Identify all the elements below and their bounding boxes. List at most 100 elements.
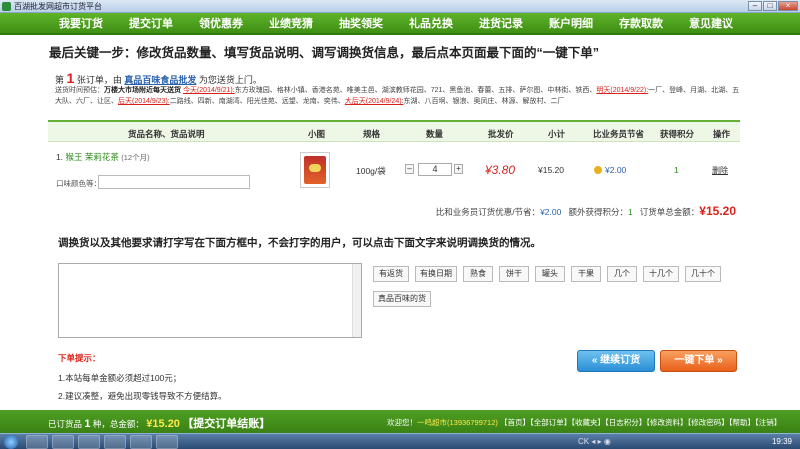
tea-package-image <box>304 156 326 184</box>
wholesale-price: ¥3.80 <box>485 163 516 177</box>
window-title: 百湖批发网超市订货平台 <box>14 2 102 11</box>
nav-item-order[interactable]: 我要订货 <box>46 13 116 35</box>
saving-label: 比和业务员订货优惠/节省： <box>435 207 541 217</box>
taskbar: CK ◂ ▸ ◉ 19:39 <box>0 433 800 449</box>
col-thumbnail: 小图 <box>308 129 326 139</box>
taskbar-app-ie[interactable] <box>156 435 178 449</box>
one-click-order-button[interactable]: 一键下单 » <box>660 350 737 372</box>
qty-plus-button[interactable]: + <box>454 164 463 174</box>
delete-link[interactable]: 删除 <box>712 165 728 176</box>
chip-tens[interactable]: 几十个 <box>685 266 721 282</box>
quantity-input[interactable]: 4 <box>418 163 452 176</box>
app-icon <box>2 2 11 11</box>
submit-order-link[interactable]: 【提交订单结账】 <box>182 418 270 430</box>
order-suffix: 为您送货上门。 <box>198 75 262 85</box>
chip-canned[interactable]: 罐头 <box>535 266 565 282</box>
nav-item-quiz[interactable]: 业绩竞猜 <box>256 13 326 35</box>
nav-item-account[interactable]: 账户明细 <box>536 13 606 35</box>
maximize-button[interactable]: □ <box>763 1 777 11</box>
product-name: 1. 猴王 茉莉花茶 (12个月) <box>56 151 150 163</box>
taskbar-app-word[interactable] <box>130 435 152 449</box>
product-spec: 100g/袋 <box>356 166 386 176</box>
clock[interactable]: 19:39 <box>772 437 792 446</box>
chevron-right-icon: » <box>714 355 723 366</box>
chip-return[interactable]: 有返货 <box>373 266 409 282</box>
nav-item-submit[interactable]: 提交订单 <box>116 13 186 35</box>
nav-item-gifts[interactable]: 礼品兑换 <box>396 13 466 35</box>
chip-change-date[interactable]: 有换日期 <box>415 266 457 282</box>
delivery-third: 大后天(2014/9/24): <box>344 98 404 105</box>
cart-summary: 已订货品 1 种，总金额： ¥15.20 【提交订单结账】 <box>48 415 270 431</box>
start-button[interactable] <box>4 435 18 449</box>
chip-zhenpin-goods[interactable]: 真品百味的货 <box>373 291 431 307</box>
product-brand[interactable]: 猴王 <box>65 152 82 162</box>
tip-item: 2.建议凑整，避免出现零钱导致不方便结算。 <box>58 391 227 401</box>
chip-dried-fruit[interactable]: 干果 <box>571 266 601 282</box>
textarea-scrollbar[interactable] <box>352 264 361 337</box>
chevron-left-icon: « <box>591 355 601 366</box>
nav-item-feedback[interactable]: 意见建议 <box>676 13 746 35</box>
footer-bar: 已订货品 1 种，总金额： ¥15.20 【提交订单结账】 欢迎您！一鸣超市(1… <box>0 410 800 433</box>
footer-links[interactable]: 【首页】【全部订单】【收藏夹】【日志积分】【修改资料】【修改密码】【帮助】【注销… <box>500 418 781 427</box>
system-tray[interactable]: CK ◂ ▸ ◉ <box>578 437 611 446</box>
col-saving: 比业务员节省 <box>593 129 645 139</box>
exchange-hint: 调换货以及其他要求请打字写在下面方框中，不会打字的用户，可以点击下面文字来说明调… <box>58 237 541 249</box>
saving: ¥2.00 <box>594 165 626 175</box>
product-title[interactable]: 茉莉花茶 <box>85 152 119 162</box>
continue-label: 继续订货 <box>600 355 641 366</box>
chip-biscuits[interactable]: 饼干 <box>499 266 529 282</box>
chip-cooked-food[interactable]: 熟食 <box>463 266 493 282</box>
taskbar-app-excel[interactable] <box>104 435 126 449</box>
subtotal: ¥15.20 <box>538 165 564 175</box>
user-name: 一鸣超市(13936799712) <box>417 418 498 427</box>
cart-amount: ¥15.20 <box>146 418 180 430</box>
ordered-unit: 种，总金额： <box>92 419 144 429</box>
minimize-button[interactable]: – <box>748 1 762 11</box>
delivery-day-after-areas: 二路线、四新、南湖湾、阳光佳苑、远望、龙南、奕伟、 <box>169 98 345 105</box>
delivery-bold: 万楼大市场附近每天送货 <box>104 87 181 94</box>
col-product: 货品名称、货品说明 <box>128 129 205 139</box>
exchange-textarea[interactable] <box>58 263 362 338</box>
product-thumbnail[interactable] <box>300 152 330 188</box>
order-label: 一键下单 <box>674 355 715 366</box>
col-price: 批发价 <box>488 129 514 139</box>
taskbar-app-explorer[interactable] <box>26 435 48 449</box>
col-subtotal: 小计 <box>548 129 566 139</box>
nav-item-records[interactable]: 进货记录 <box>466 13 536 35</box>
ordered-count: 1 <box>84 418 91 430</box>
col-spec: 规格 <box>363 129 381 139</box>
close-button[interactable]: × <box>778 1 798 11</box>
delivery-third-areas: 东湖、八百坰、银浪、奥凤庄、林源、解放村、二厂 <box>403 98 565 105</box>
taskbar-app-media[interactable] <box>52 435 74 449</box>
order-table-header: 货品名称、货品说明 小图 规格 数量 批发价 小计 比业务员节省 获得积分 操作 <box>48 120 740 142</box>
delivery-tomorrow: 明天(2014/9/22): <box>596 87 649 94</box>
nav-item-coupons[interactable]: 领优惠券 <box>186 13 256 35</box>
nav-item-deposit[interactable]: 存款取款 <box>606 13 676 35</box>
page-title: 最后关键一步：修改货品数量、填写货品说明、调写调换货信息，最后点本页面最下面的“… <box>49 46 600 60</box>
col-quantity: 数量 <box>426 129 444 139</box>
order-summary: 比和业务员订货优惠/节省：¥2.00 额外获得积分：1 订货单总金额：¥15.2… <box>436 204 736 218</box>
taskbar-app-browser[interactable] <box>78 435 100 449</box>
points-label: 额外获得积分： <box>568 207 628 217</box>
order-info: 第 1 张订单，由 真品百味食品批发 为您送货上门。 <box>55 70 262 86</box>
tip-item: 1.本站每单金额必须超过100元； <box>58 373 182 383</box>
saving-amount: ¥2.00 <box>605 165 627 175</box>
shop-link[interactable]: 真品百味食品批发 <box>124 75 196 85</box>
user-links: 欢迎您！一鸣超市(13936799712) 【首页】【全部订单】【收藏夹】【日志… <box>387 417 781 428</box>
qty-minus-button[interactable]: – <box>405 164 414 174</box>
delivery-today-areas: 东方玫瑰园、格林小镇、香港名苑、唯美主邑、湖滨教师花园、721、黑鱼池、春蕾、五… <box>234 87 597 94</box>
delivery-today: 今天(2014/9/21): <box>182 87 235 94</box>
nav-item-lottery[interactable]: 抽奖领奖 <box>326 13 396 35</box>
order-number: 1 <box>66 70 75 86</box>
welcome-text: 欢迎您！ <box>387 418 417 427</box>
flavor-input[interactable] <box>98 175 250 189</box>
chip-ten-plus[interactable]: 十几个 <box>643 266 679 282</box>
table-row: 1. 猴王 茉莉花茶 (12个月) 口味颜色等： 100g/袋 – 4 + ¥3… <box>48 142 740 198</box>
main-nav: 我要订货 提交订单 领优惠券 业绩竞猜 抽奖领奖 礼品兑换 进货记录 账户明细 … <box>0 13 800 35</box>
points-total: 1 <box>627 207 633 217</box>
continue-order-button[interactable]: « 继续订货 <box>577 350 655 372</box>
chip-few[interactable]: 几个 <box>607 266 637 282</box>
delivery-schedule: 送货时间预估：万楼大市场附近每天送货 今天(2014/9/21):东方玫瑰园、格… <box>55 85 745 107</box>
coin-icon <box>594 166 602 174</box>
points: 1 <box>674 165 679 175</box>
